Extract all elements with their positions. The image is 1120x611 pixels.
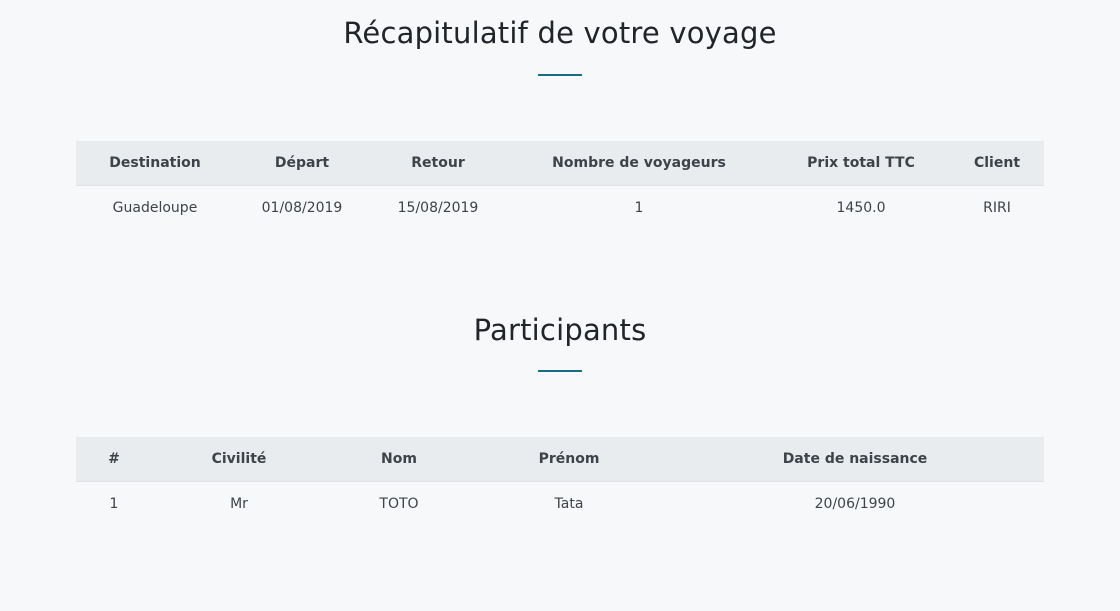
participants-table: # Civilité Nom Prénom Date de naissance … [76, 437, 1044, 525]
header-birth-date: Date de naissance [666, 437, 1044, 482]
cell-last-name: TOTO [379, 495, 419, 512]
trip-summary-table: Destination Départ Retour Nombre de voya… [76, 141, 1044, 229]
trip-summary-title-underline [538, 74, 582, 76]
cell-client: RIRI [983, 199, 1011, 216]
participants-title: Participants [473, 313, 647, 347]
header-departure: Départ [234, 141, 370, 186]
trip-summary-title: Récapitulatif de votre voyage [343, 16, 777, 50]
header-client: Client [950, 141, 1044, 186]
cell-civility: Mr [230, 495, 248, 512]
header-return: Retour [370, 141, 506, 186]
cell-departure: 01/08/2019 [261, 199, 343, 216]
cell-travelers: 1 [634, 199, 644, 216]
header-first-name: Prénom [472, 437, 666, 482]
cell-return: 15/08/2019 [397, 199, 479, 216]
table-row: Guadeloupe 01/08/2019 15/08/2019 1 1450.… [76, 186, 1044, 230]
participants-header-row: # Civilité Nom Prénom Date de naissance [76, 437, 1044, 482]
header-last-name: Nom [326, 437, 472, 482]
cell-destination: Guadeloupe [112, 199, 198, 216]
header-total-price: Prix total TTC [772, 141, 950, 186]
table-row: 1 Mr TOTO Tata 20/06/1990 [76, 482, 1044, 526]
cell-total-price: 1450.0 [836, 199, 886, 216]
cell-index: 1 [109, 495, 119, 512]
header-destination: Destination [76, 141, 234, 186]
cell-birth-date: 20/06/1990 [814, 495, 896, 512]
page: Récapitulatif de votre voyage Destinatio… [0, 0, 1120, 611]
header-civility: Civilité [152, 437, 326, 482]
header-travelers: Nombre de voyageurs [506, 141, 772, 186]
header-index: # [76, 437, 152, 482]
participants-title-underline [538, 370, 582, 372]
trip-summary-header-row: Destination Départ Retour Nombre de voya… [76, 141, 1044, 186]
cell-first-name: Tata [554, 495, 584, 512]
